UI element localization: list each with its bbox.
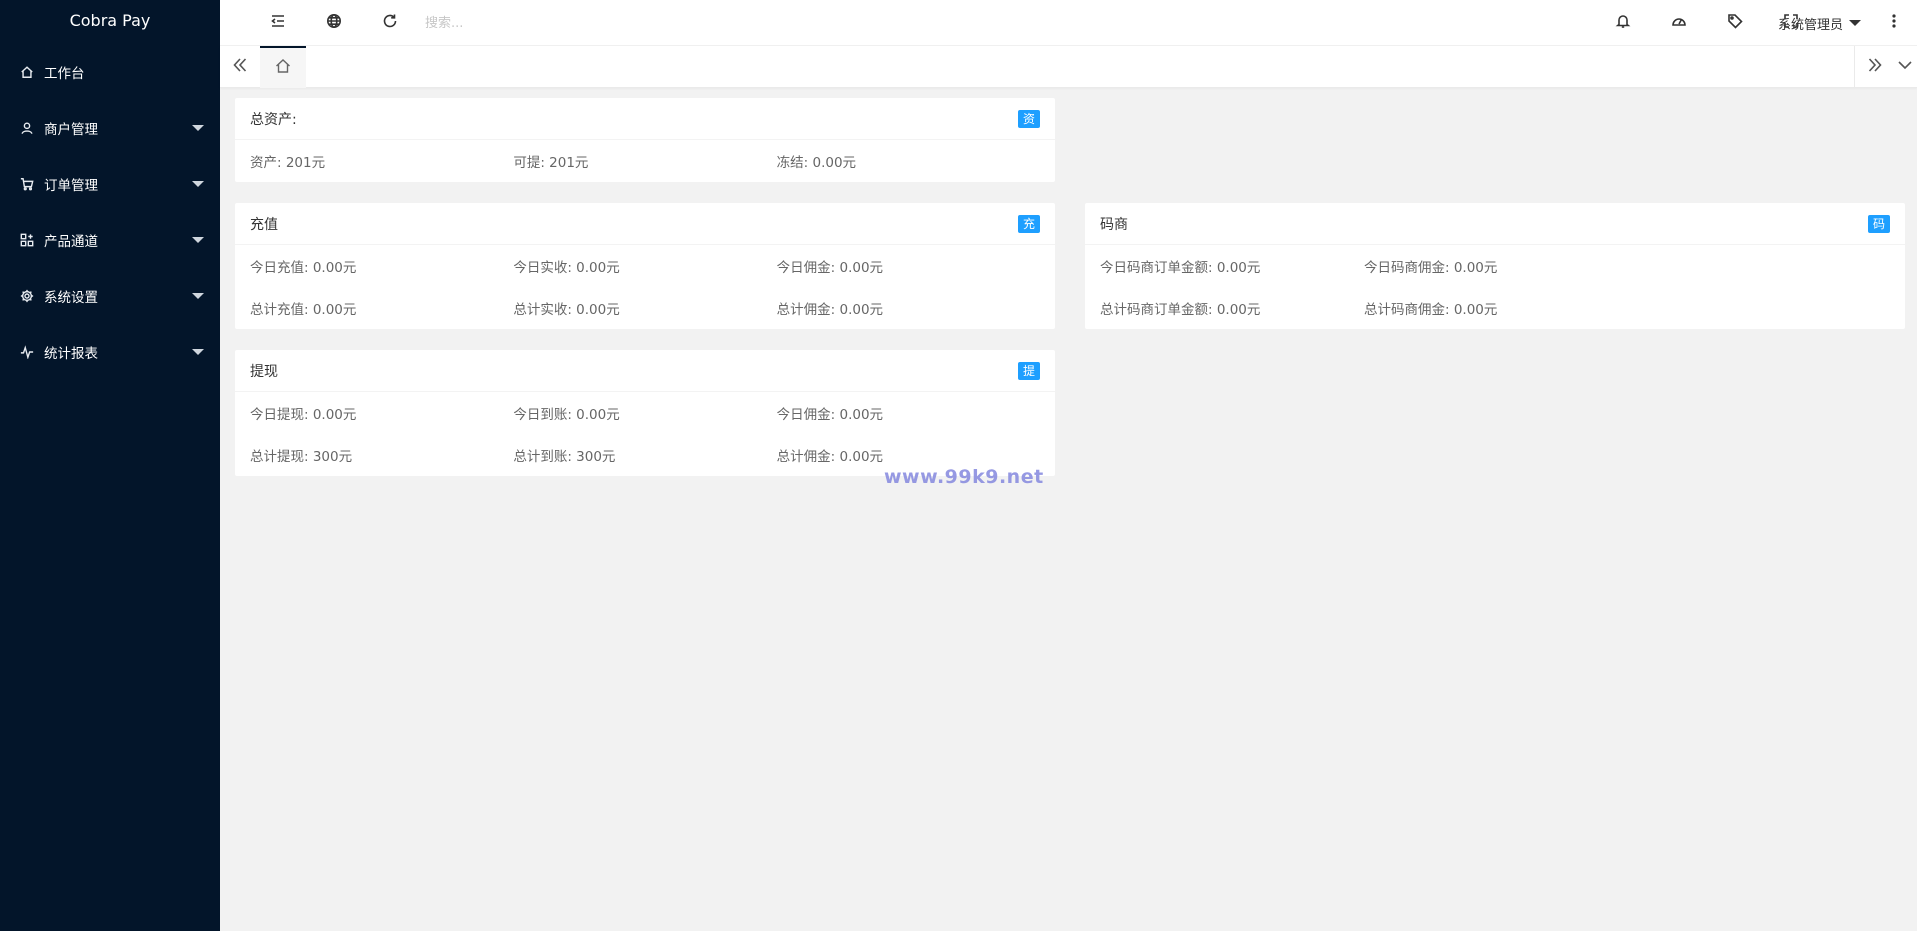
card-title: 码商 [1100,216,1128,233]
assets-card: 总资产: 资 资产: 201元 可提: 201元 冻结: 0.00元 [235,98,1055,182]
caret-down-icon [192,237,204,243]
sidebar-item-settings[interactable]: 系统设置 [0,268,220,324]
top-header: 系统管理员 [220,0,1917,46]
stats-row: 今日提现: 0.00元 今日到账: 0.00元 今日佣金: 0.00元 [250,392,1040,434]
card-badge: 提 [1017,361,1040,380]
refresh-icon [382,13,398,33]
tab-options-button[interactable] [1885,46,1917,88]
sidebar-item-orders[interactable]: 订单管理 [0,156,220,212]
more-button[interactable] [1871,0,1917,46]
stat-value: 今日码商订单金额: 0.00元 [1100,260,1261,276]
sidebar-item-label: 订单管理 [44,178,98,194]
sidebar: Cobra Pay 工作台 商户管理 订单管理 产品通道 系统设置 统计报表 [0,0,220,931]
watermark: www.99k9.net [884,466,1044,488]
tab-home[interactable] [260,46,306,88]
tab-bar [220,46,1917,88]
sidebar-item-label: 系统设置 [44,290,98,306]
caret-down-icon [192,293,204,299]
stat-value: 总计码商订单金额: 0.00元 [1100,302,1261,318]
sidebar-item-merchants[interactable]: 商户管理 [0,100,220,156]
card-title: 提现 [250,363,278,380]
user-name: 系统管理员 [1777,17,1843,33]
apps-add-icon [20,233,34,247]
gear-icon [20,289,34,303]
double-chevron-left-icon [232,57,248,77]
tags-button[interactable] [1712,0,1758,46]
stat-value: 总计到账: 300元 [513,449,616,465]
more-vertical-icon [1886,13,1902,33]
card-header: 总资产: 资 [235,98,1055,140]
bell-icon [1615,13,1631,33]
stats-row: 资产: 201元 可提: 201元 冻结: 0.00元 [250,140,1040,182]
stat-value: 总计佣金: 0.00元 [776,302,884,318]
sidebar-item-label: 统计报表 [44,346,98,362]
dashboard-icon [1671,13,1687,33]
notifications-button[interactable] [1600,0,1646,46]
code-merchant-card: 码商 码 今日码商订单金额: 0.00元 今日码商佣金: 0.00元 总计码商订… [1085,203,1905,329]
sidebar-item-label: 商户管理 [44,122,98,138]
stat-value: 今日佣金: 0.00元 [776,260,884,276]
cart-icon [20,177,34,191]
sidebar-menu: 工作台 商户管理 订单管理 产品通道 系统设置 统计报表 [0,44,220,380]
stat-value: 总计充值: 0.00元 [250,302,357,318]
caret-down-icon [192,181,204,187]
user-icon [20,121,34,135]
tag-icon [1727,13,1743,33]
stat-value: 总计实收: 0.00元 [513,302,620,318]
stat-value: 今日码商佣金: 0.00元 [1364,260,1498,276]
card-badge: 充 [1017,214,1040,233]
stats-row: 今日充值: 0.00元 今日实收: 0.00元 今日佣金: 0.00元 [250,245,1040,287]
withdraw-card: 提现 提 今日提现: 0.00元 今日到账: 0.00元 今日佣金: 0.00元… [235,350,1055,476]
sidebar-item-label: 产品通道 [44,234,98,250]
menu-collapse-button[interactable] [255,0,301,46]
stats-row: 总计码商订单金额: 0.00元 总计码商佣金: 0.00元 [1100,287,1890,329]
website-button[interactable] [311,0,357,46]
sidebar-item-reports[interactable]: 统计报表 [0,324,220,380]
stat-value: 总计码商佣金: 0.00元 [1364,302,1498,318]
card-header: 充值 充 [235,203,1055,245]
home-icon [275,58,291,78]
sidebar-item-channels[interactable]: 产品通道 [0,212,220,268]
stat-value: 今日充值: 0.00元 [250,260,357,276]
globe-icon [326,13,342,33]
stat-value: 总计佣金: 0.00元 [776,449,884,465]
card-header: 码商 码 [1085,203,1905,245]
stat-value: 今日实收: 0.00元 [513,260,620,276]
home-icon [20,65,34,79]
card-title: 充值 [250,216,278,233]
caret-down-icon [192,125,204,131]
card-header: 提现 提 [235,350,1055,392]
stat-value: 今日提现: 0.00元 [250,407,357,423]
stat-value: 今日佣金: 0.00元 [776,407,884,423]
caret-down-icon [1849,20,1861,26]
theme-button[interactable] [1656,0,1702,46]
stat-value: 冻结: 0.00元 [776,155,857,171]
stat-value: 总计提现: 300元 [250,449,353,465]
card-title: 总资产: [250,111,297,128]
user-menu[interactable]: 系统管理员 [1778,0,1861,46]
search-input[interactable] [425,12,625,34]
stats-row: 总计充值: 0.00元 总计实收: 0.00元 总计佣金: 0.00元 [250,287,1040,329]
menu-collapse-icon [270,13,286,33]
refresh-button[interactable] [367,0,413,46]
app-logo[interactable]: Cobra Pay [0,0,220,44]
tab-scroll-left-button[interactable] [220,46,260,88]
card-badge: 资 [1017,109,1040,128]
stats-row: 今日码商订单金额: 0.00元 今日码商佣金: 0.00元 [1100,245,1890,287]
double-chevron-right-icon [1867,57,1883,77]
pulse-icon [20,345,34,359]
stat-value: 可提: 201元 [513,155,589,171]
caret-down-icon [192,349,204,355]
recharge-card: 充值 充 今日充值: 0.00元 今日实收: 0.00元 今日佣金: 0.00元… [235,203,1055,329]
sidebar-item-dashboard[interactable]: 工作台 [0,44,220,100]
card-badge: 码 [1867,214,1890,233]
sidebar-item-label: 工作台 [44,66,85,82]
stat-value: 今日到账: 0.00元 [513,407,620,423]
stat-value: 资产: 201元 [250,155,326,171]
chevron-down-icon [1897,57,1913,77]
